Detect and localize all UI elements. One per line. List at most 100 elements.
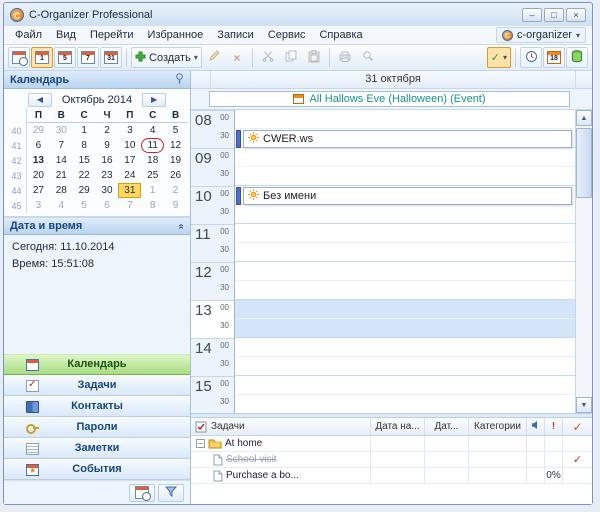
- timeslot-0900[interactable]: [235, 148, 575, 167]
- timeslot-1100[interactable]: [235, 224, 575, 243]
- time-label-1030[interactable]: 30: [191, 205, 234, 224]
- menu-item-5[interactable]: Сервис: [261, 27, 313, 43]
- calendar-day[interactable]: 11: [141, 138, 164, 153]
- time-label-1330[interactable]: 30: [191, 319, 234, 338]
- timeslot-1130[interactable]: [235, 243, 575, 262]
- calendar-day[interactable]: 1: [141, 183, 164, 198]
- view-combined-button[interactable]: [8, 47, 30, 68]
- time-label-0900[interactable]: 0900: [191, 148, 234, 167]
- col-start-date[interactable]: Дата на...: [370, 418, 424, 435]
- calendar-day[interactable]: 19: [164, 153, 187, 168]
- timeslot-1400[interactable]: [235, 338, 575, 357]
- task-row-0[interactable]: School visit✓: [191, 452, 592, 468]
- calendar-day[interactable]: 18: [141, 153, 164, 168]
- view-workweek-button[interactable]: 5: [54, 47, 76, 68]
- timeslot-1300[interactable]: [235, 300, 575, 319]
- pin-icon[interactable]: [175, 73, 184, 87]
- event-box[interactable]: Без имени: [243, 187, 572, 205]
- view-day-button[interactable]: 1: [31, 47, 53, 68]
- tasks-header[interactable]: Задачи: [191, 418, 370, 435]
- time-label-0830[interactable]: 30: [191, 129, 234, 148]
- calendar-day[interactable]: 30: [50, 123, 73, 138]
- time-label-1130[interactable]: 30: [191, 243, 234, 262]
- sidebar-item-contacts[interactable]: Контакты: [4, 396, 190, 417]
- calendar-day[interactable]: 28: [50, 183, 73, 198]
- sidebar-item-passwords[interactable]: Пароли: [4, 417, 190, 438]
- calendar-day[interactable]: 9: [96, 138, 119, 153]
- calendar-day[interactable]: 25: [141, 168, 164, 183]
- collapse-icon[interactable]: »: [176, 223, 187, 229]
- time-label-1430[interactable]: 30: [191, 357, 234, 376]
- print-button[interactable]: [334, 47, 356, 68]
- prev-month-button[interactable]: ◀: [28, 93, 52, 107]
- scroll-down-button[interactable]: ▼: [576, 397, 592, 413]
- sidebar-item-events[interactable]: События: [4, 459, 190, 480]
- alarm-button[interactable]: [520, 47, 542, 68]
- show-tasks-button[interactable]: ✓ ▾: [487, 47, 511, 68]
- calendar-day[interactable]: 9: [164, 198, 187, 213]
- datetime-panel-header[interactable]: Дата и время »: [4, 217, 190, 235]
- calendar-day[interactable]: 23: [96, 168, 119, 183]
- view-month-button[interactable]: 31: [100, 47, 122, 68]
- time-label-0800[interactable]: 0800: [191, 110, 234, 129]
- menu-item-0[interactable]: Файл: [8, 27, 49, 43]
- menu-item-1[interactable]: Вид: [49, 27, 83, 43]
- cut-button[interactable]: [257, 47, 279, 68]
- calendar-day[interactable]: 3: [27, 198, 50, 213]
- calendar-day[interactable]: 10: [118, 138, 141, 153]
- titlebar[interactable]: C C-Organizer Professional – □ ×: [4, 3, 592, 26]
- calendar-day[interactable]: 21: [50, 168, 73, 183]
- paste-button[interactable]: [303, 47, 325, 68]
- close-button[interactable]: ×: [566, 8, 586, 22]
- event-box[interactable]: CWER.ws: [243, 130, 572, 148]
- create-button[interactable]: Создать ▾: [131, 47, 202, 68]
- calendar-day[interactable]: 26: [164, 168, 187, 183]
- allday-event[interactable]: All Hallows Eve (Halloween) (Event): [209, 91, 570, 107]
- event-1[interactable]: Без имени: [235, 187, 572, 205]
- col-priority[interactable]: !: [544, 418, 562, 435]
- calendar-day[interactable]: 1: [73, 123, 96, 138]
- calendar-day[interactable]: 16: [96, 153, 119, 168]
- next-month-button[interactable]: ▶: [142, 93, 166, 107]
- calendar-day[interactable]: 17: [118, 153, 141, 168]
- holidays-button[interactable]: 18: [543, 47, 565, 68]
- account-menu[interactable]: C c-organizer ▾: [496, 27, 586, 43]
- calendar-day[interactable]: 5: [73, 198, 96, 213]
- scrollbar[interactable]: ▲ ▼: [575, 110, 592, 413]
- calendar-day[interactable]: 4: [50, 198, 73, 213]
- calendar-day[interactable]: 13: [27, 153, 50, 168]
- menu-item-4[interactable]: Записи: [210, 27, 261, 43]
- calendar-day[interactable]: 20: [27, 168, 50, 183]
- sidebar-item-calendar[interactable]: Календарь: [4, 354, 190, 375]
- time-label-1500[interactable]: 1500: [191, 376, 234, 395]
- calendar-day[interactable]: 7: [50, 138, 73, 153]
- time-label-1200[interactable]: 1200: [191, 262, 234, 281]
- scroll-up-button[interactable]: ▲: [576, 110, 592, 126]
- calendar-day[interactable]: 6: [96, 198, 119, 213]
- calendar-day[interactable]: 5: [164, 123, 187, 138]
- menu-item-3[interactable]: Избранное: [141, 27, 211, 43]
- calendar-day[interactable]: 4: [141, 123, 164, 138]
- calendar-day[interactable]: 15: [73, 153, 96, 168]
- copy-button[interactable]: [280, 47, 302, 68]
- timeslot-0930[interactable]: [235, 167, 575, 186]
- col-categories[interactable]: Категории: [468, 418, 526, 435]
- database-button[interactable]: [566, 47, 588, 68]
- scrollbar-thumb[interactable]: [576, 128, 592, 198]
- col-due-date[interactable]: Дат...: [424, 418, 468, 435]
- menu-item-6[interactable]: Справка: [312, 27, 369, 43]
- time-label-1100[interactable]: 1100: [191, 224, 234, 243]
- timeslot-1430[interactable]: [235, 357, 575, 376]
- calendar-day[interactable]: 31: [118, 183, 141, 198]
- calendar-day[interactable]: 8: [73, 138, 96, 153]
- calendar-day[interactable]: 30: [96, 183, 119, 198]
- sidebar-item-tasks[interactable]: Задачи: [4, 375, 190, 396]
- task-group-row[interactable]: −At home: [191, 436, 592, 452]
- timeslot-1230[interactable]: [235, 281, 575, 300]
- event-0[interactable]: CWER.ws: [235, 130, 572, 148]
- menu-item-2[interactable]: Перейти: [83, 27, 141, 43]
- calendar-day[interactable]: 3: [118, 123, 141, 138]
- calendar-day[interactable]: 12: [164, 138, 187, 153]
- sidebar-item-notes[interactable]: Заметки: [4, 438, 190, 459]
- minimize-button[interactable]: –: [522, 8, 542, 22]
